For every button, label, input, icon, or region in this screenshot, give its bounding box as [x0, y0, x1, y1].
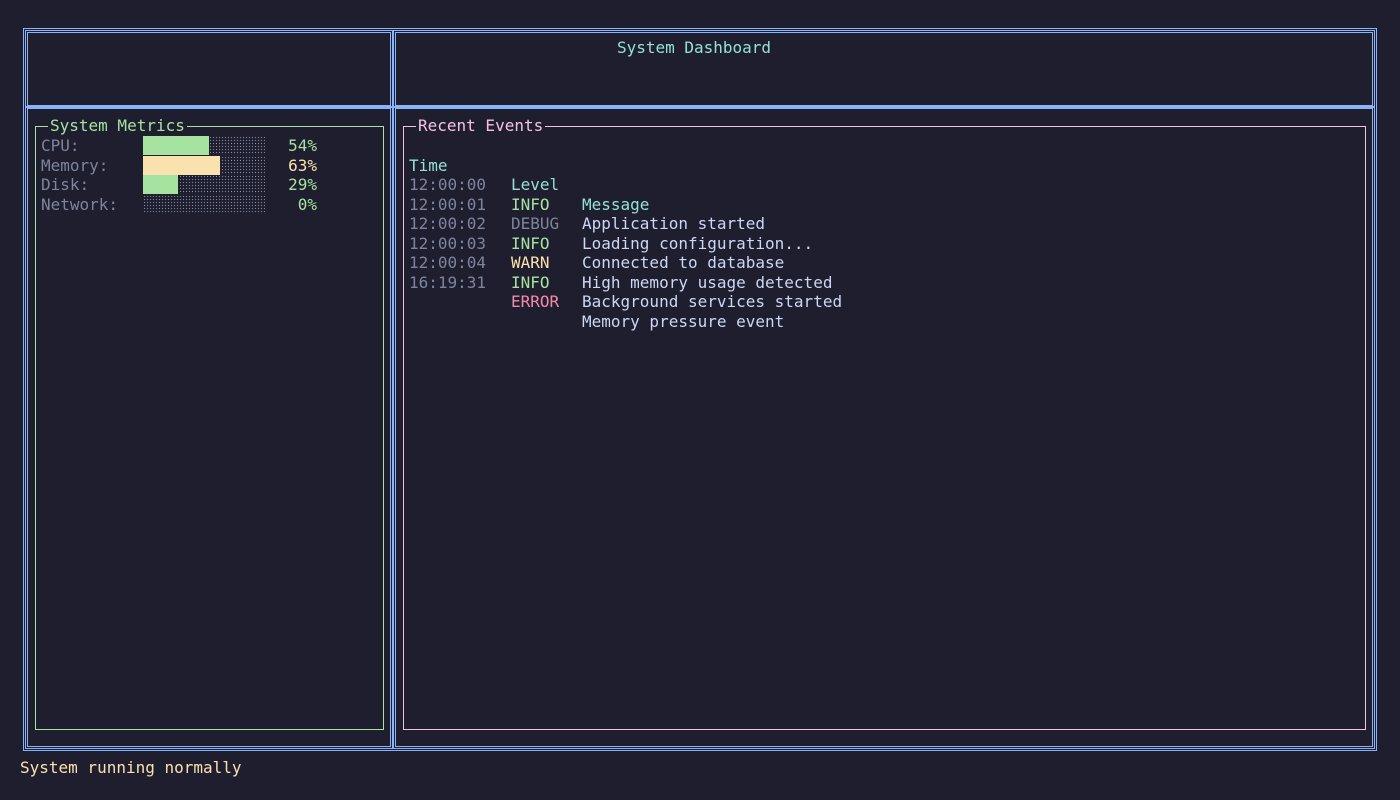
memory-gauge — [143, 155, 265, 175]
event-level: INFO — [511, 233, 550, 253]
metric-row-disk: Disk: 29% — [41, 175, 317, 194]
dashboard-title: System Dashboard — [616, 38, 772, 57]
metric-label: Network: — [41, 194, 119, 214]
metric-label: Memory: — [41, 155, 109, 175]
disk-gauge — [143, 175, 265, 194]
cpu-gauge-fill — [143, 136, 209, 155]
event-level: WARN — [511, 253, 550, 272]
system-metrics-panel: System Metrics CPU: 54% Memory: 63% Disk… — [35, 116, 384, 730]
memory-gauge-fill — [143, 155, 220, 175]
metric-label: CPU: — [41, 136, 80, 155]
table-row: 12:00:04 INFO Background services starte… — [409, 234, 842, 311]
recent-events-title: Recent Events — [416, 116, 546, 136]
metric-label: Disk: — [41, 175, 90, 194]
metric-percent: 54% — [288, 136, 317, 155]
table-row: 12:00:03 WARN High memory usage detected — [409, 214, 832, 292]
event-message: Loading configuration... — [582, 233, 814, 253]
event-message: High memory usage detected — [582, 272, 833, 292]
system-metrics-title: System Metrics — [48, 116, 187, 136]
metric-percent: 0% — [297, 194, 317, 214]
cpu-gauge — [143, 136, 265, 155]
event-level: DEBUG — [511, 214, 560, 233]
events-header-row: Time Level Message — [409, 136, 649, 214]
events-table: Time Level Message 12:00:00 INFO Applica… — [409, 136, 842, 331]
event-time: 16:19:31 — [409, 272, 487, 292]
table-row: 12:00:02 INFO Connected to database — [409, 195, 784, 272]
event-message: Memory pressure event — [582, 311, 785, 331]
event-message: Connected to database — [582, 253, 785, 272]
table-row: 12:00:00 INFO Application started — [409, 156, 765, 233]
metric-row-network: Network: 0% — [41, 194, 317, 214]
table-row: 16:19:31 ERROR Memory pressure event — [409, 253, 784, 331]
recent-events-panel: Recent Events Time Level Message 12:00:0… — [403, 116, 1366, 730]
metric-percent: 29% — [288, 175, 317, 194]
event-level: ERROR — [511, 292, 560, 311]
event-message: Background services started — [582, 292, 843, 311]
column-header-message: Message — [582, 194, 650, 214]
metric-row-memory: Memory: 63% — [41, 155, 317, 175]
event-level: INFO — [511, 194, 550, 214]
header-left-pane — [25, 30, 393, 108]
metric-row-cpu: CPU: 54% — [41, 136, 317, 155]
event-message: Application started — [582, 214, 766, 233]
metric-percent: 63% — [288, 155, 317, 175]
event-level: INFO — [511, 272, 550, 292]
table-row: 12:00:01 DEBUG Loading configuration... — [409, 175, 813, 253]
disk-gauge-fill — [143, 175, 179, 194]
column-header-level: Level — [511, 175, 560, 194]
network-gauge — [143, 194, 265, 214]
status-bar-text: System running normally — [20, 758, 242, 777]
